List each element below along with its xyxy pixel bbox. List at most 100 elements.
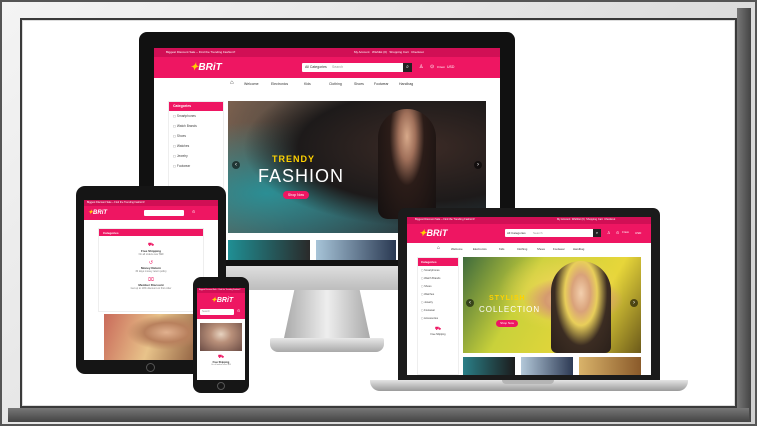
phone-home-button[interactable] <box>217 382 225 390</box>
desktop-currency[interactable]: USD <box>447 65 454 69</box>
laptop-search-input[interactable]: Search <box>533 231 543 235</box>
tablet-hero-image <box>104 314 200 360</box>
cart-icon[interactable]: ⊙ <box>616 230 619 235</box>
laptop-category-item[interactable]: ▢ Watches <box>418 290 458 298</box>
cart-icon[interactable]: ⊙ <box>430 64 434 70</box>
desktop-category-item[interactable]: ▢ Watches <box>169 141 223 151</box>
laptop-product-thumb[interactable] <box>463 357 515 375</box>
tablet-header: ✦BRiT ⊙ <box>84 206 218 220</box>
tablet-feature: ⛟ Free Shipping On all orders over $99 <box>99 242 203 256</box>
chevron-right-icon[interactable]: › <box>630 299 638 307</box>
desktop-search-input[interactable]: Search <box>332 65 343 69</box>
user-icon[interactable]: ♙ <box>607 230 611 235</box>
desktop-link-account[interactable]: My Account <box>354 50 370 54</box>
laptop-link-wishlist[interactable]: Wishlist (0) <box>572 218 585 221</box>
desktop-category-item[interactable]: ▢ Jewelry <box>169 151 223 161</box>
home-icon[interactable]: ⌂ <box>437 245 440 251</box>
laptop-category-item[interactable]: ▢ Smartphones <box>418 266 458 274</box>
truck-icon: ⛟ <box>147 242 155 248</box>
laptop-hero-banner: STYLISH COLLECTION Shop Now ‹ › <box>463 257 641 353</box>
desktop-product-thumb[interactable] <box>316 240 396 260</box>
desktop-category-item[interactable]: ▢ Smartphones <box>169 111 223 121</box>
laptop-link-cart[interactable]: Shopping Cart <box>586 218 603 221</box>
laptop-hinge-notch <box>502 380 554 384</box>
cart-icon[interactable]: ⊙ <box>237 308 240 313</box>
laptop-topbar-links: My Account Wishlist (0) Shopping Cart Ch… <box>557 218 615 221</box>
chevron-right-icon[interactable]: › <box>474 161 482 169</box>
picture-frame: Biggest Discount Sale ~ Find the Trendin… <box>20 18 737 408</box>
tablet-logo-text: BRiT <box>93 210 108 216</box>
laptop-topbar: Biggest Discount Sale ~ Find the Trendin… <box>407 217 651 224</box>
desktop-link-wishlist[interactable]: Wishlist (0) <box>372 50 387 54</box>
tablet-search-bar[interactable] <box>144 210 184 216</box>
laptop-nav-item[interactable]: Electronics <box>473 247 487 251</box>
phone-search-input[interactable]: Search <box>200 309 234 315</box>
desktop-link-checkout[interactable]: Checkout <box>411 50 424 54</box>
laptop-nav-item[interactable]: Shoes <box>537 247 545 251</box>
desktop-header: ✦BRiT All Categories Search ⌕ ♙ ⊙ 0 item… <box>154 57 500 78</box>
phone-device: Biggest Discount Sale ~ Find the Trendin… <box>193 277 249 393</box>
laptop-shop-now-button[interactable]: Shop Now <box>496 320 518 327</box>
desktop-nav-item[interactable]: Shoes <box>354 82 364 86</box>
laptop-nav-item[interactable]: Welcome <box>451 247 463 251</box>
laptop-link-account[interactable]: My Account <box>557 218 570 221</box>
user-icon[interactable]: ♙ <box>419 64 423 70</box>
home-icon[interactable]: ⌂ <box>230 80 234 86</box>
laptop-category-item[interactable]: ▢ Shoes <box>418 282 458 290</box>
desktop-link-cart[interactable]: Shopping Cart <box>389 50 408 54</box>
phone-logo-text: BRiT <box>216 297 234 304</box>
search-icon[interactable]: ⌕ <box>593 229 601 237</box>
tablet-feature: ↺ Money Return 30 days money return poli… <box>99 260 203 273</box>
desktop-nav-item[interactable]: Footwear <box>374 82 389 86</box>
phone-feature: ⛟ Free Shipping On all orders over $99 <box>197 354 245 366</box>
sparkle-icon: ✦ <box>419 228 427 238</box>
desktop-search-category[interactable]: All Categories <box>305 65 327 69</box>
laptop-logo[interactable]: ✦BRiT <box>419 228 448 239</box>
laptop-category-item[interactable]: ▢ Footwear <box>418 306 458 314</box>
laptop-product-thumb[interactable] <box>579 357 641 375</box>
chevron-left-icon[interactable]: ‹ <box>466 299 474 307</box>
truck-icon: ⛟ <box>434 326 442 332</box>
desktop-nav-item[interactable]: Electronics <box>271 82 288 86</box>
laptop-category-title: Categories <box>418 258 458 266</box>
laptop-search-category[interactable]: All Categories <box>507 231 526 235</box>
hero-model-image <box>378 109 436 219</box>
chevron-left-icon[interactable]: ‹ <box>232 161 240 169</box>
laptop-currency[interactable]: USD <box>635 231 641 235</box>
laptop-topbar-promo: Biggest Discount Sale ~ Find the Trendin… <box>415 218 475 221</box>
tablet-home-button[interactable] <box>146 363 155 372</box>
desktop-search-bar: All Categories Search ⌕ <box>302 63 412 72</box>
desktop-nav-item[interactable]: Kids <box>304 82 311 86</box>
tablet-feature-sub: On all orders over $99 <box>138 253 164 256</box>
laptop-category-item[interactable]: ▢ Jewelry <box>418 298 458 306</box>
desktop-category-item[interactable]: ▢ Footwear <box>169 161 223 171</box>
desktop-product-thumb[interactable] <box>228 240 310 260</box>
laptop-product-thumb[interactable] <box>521 357 573 375</box>
phone-logo[interactable]: ✦BRiT <box>211 296 233 304</box>
desktop-hero-line2: FASHION <box>258 166 345 186</box>
cart-icon[interactable]: ⊙ <box>192 209 195 214</box>
desktop-logo[interactable]: ✦BRiT <box>190 62 222 73</box>
laptop-nav-item[interactable]: Handbag <box>573 247 584 251</box>
laptop-nav-item[interactable]: Kids <box>499 247 504 251</box>
desktop-nav-item[interactable]: Welcome <box>244 82 259 86</box>
tablet-logo[interactable]: ✦BRiT <box>88 209 107 216</box>
laptop-nav-item[interactable]: Footwear <box>553 247 565 251</box>
desktop-shop-now-button[interactable]: Shop Now <box>283 191 309 199</box>
desktop-logo-text: BRiT <box>198 62 222 73</box>
laptop-category-sidebar: Categories ▢ Smartphones ▢ Watch Brands … <box>417 257 459 375</box>
desktop-category-item[interactable]: ▢ Shoes <box>169 131 223 141</box>
laptop-category-item[interactable]: ▢ Accessories <box>418 314 458 322</box>
desktop-category-item[interactable]: ▢ Watch Brands <box>169 121 223 131</box>
laptop-category-item[interactable]: ▢ Watch Brands <box>418 274 458 282</box>
tablet-category-panel: Categories ⛟ Free Shipping On all orders… <box>98 228 204 312</box>
laptop-nav-item[interactable]: Clothing <box>517 247 527 251</box>
phone-header: ✦BRiT Search ⊙ <box>197 293 245 319</box>
laptop-nav: ⌂ Welcome Electronics Kids Clothing Shoe… <box>407 243 651 254</box>
search-icon[interactable]: ⌕ <box>403 63 412 72</box>
tablet-feature-sub: Get up to 10% discount on first order <box>130 287 172 290</box>
desktop-nav-item[interactable]: Handbag <box>399 82 413 86</box>
laptop-link-checkout[interactable]: Checkout <box>604 218 615 221</box>
tablet-nav <box>84 222 218 226</box>
desktop-nav-item[interactable]: Clothing <box>329 82 342 86</box>
